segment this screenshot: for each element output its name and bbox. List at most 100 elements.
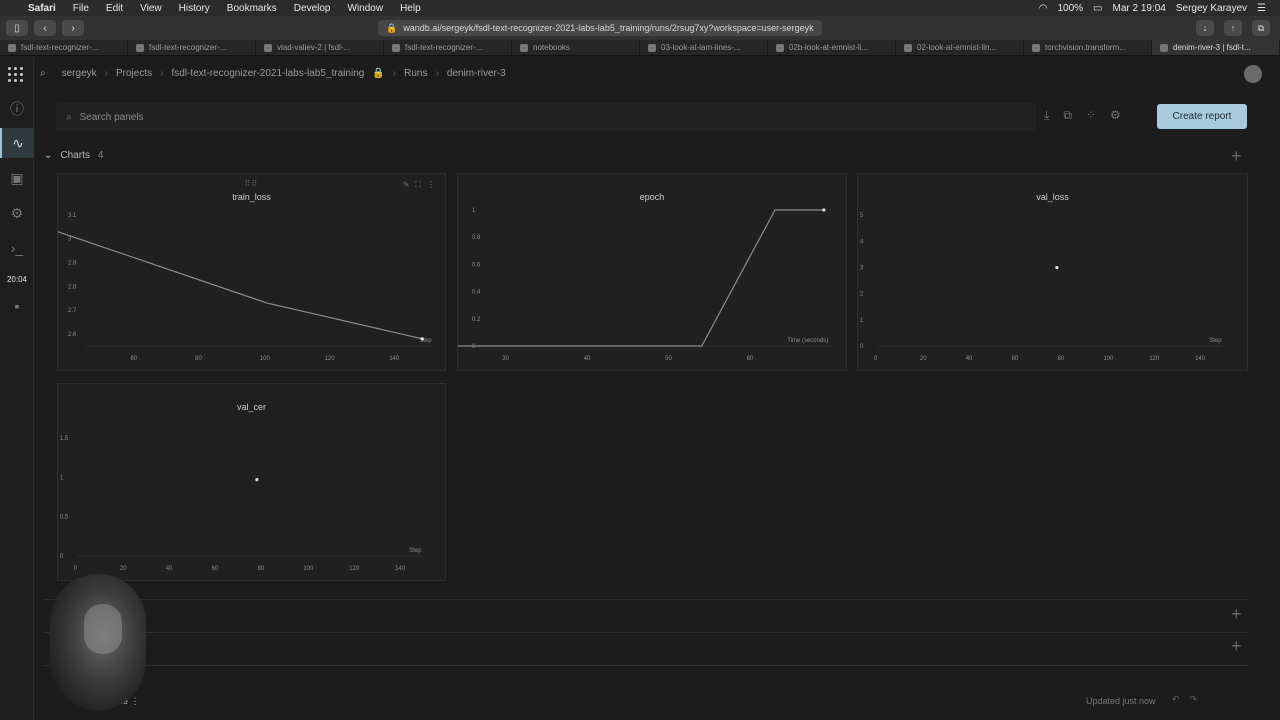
menubar: Safari File Edit View History Bookmarks …: [0, 0, 1280, 16]
y-tick-label: 0.2: [472, 317, 481, 323]
chart-panel-val-loss[interactable]: val_loss 0 1 2 3 4 5 0 20 40 60 80 100 120 140 Step: [857, 173, 1248, 371]
battery-level[interactable]: 100%: [1057, 3, 1083, 14]
share-icon[interactable]: ↑: [1224, 20, 1242, 36]
download-icon[interactable]: ⤓: [1044, 108, 1049, 123]
left-rail: ⓘ ∿ ▣ ⚙ ›_ 20:04 ▪: [0, 57, 34, 720]
chevron-right-icon: ›: [104, 68, 108, 79]
y-tick-label: 3.1: [68, 213, 77, 219]
x-tick-label: 100: [1103, 356, 1114, 362]
add-panel-icon[interactable]: +: [1231, 604, 1242, 625]
menu-bookmarks[interactable]: Bookmarks: [227, 3, 277, 14]
menu-view[interactable]: View: [140, 3, 162, 14]
address-bar[interactable]: 🔒 wandb.ai/sergeyk/fsdl-text-recognizer-…: [378, 20, 822, 36]
browser-tab[interactable]: fsdl-text-recognizer-...: [384, 40, 512, 55]
menu-history[interactable]: History: [179, 3, 210, 14]
y-tick-label: 0.5: [60, 515, 69, 521]
crumb-user[interactable]: sergeyk: [62, 68, 97, 79]
search-panels-input[interactable]: ⌕ Search panels: [56, 103, 1036, 131]
browser-tab[interactable]: fsdl-text-recognizer-...: [128, 40, 256, 55]
redo-icon[interactable]: ↷: [1190, 694, 1198, 705]
system-chip-icon[interactable]: ▣: [0, 163, 34, 193]
more-vertical-icon[interactable]: ⋮: [131, 696, 140, 706]
browser-tab[interactable]: 02b-look-at-emnist-li...: [768, 40, 896, 55]
status-area: ◠ 100% ▭ Mar 2 19:04 Sergey Karayev ☰: [1039, 3, 1280, 14]
footer-bar: space ⋮ Updated just now ↶ ↷: [34, 688, 1280, 720]
menu-window[interactable]: Window: [348, 3, 384, 14]
x-axis-label: Step: [409, 548, 422, 554]
chart-panel-train-loss[interactable]: ⠿⠿ ✎ ⛶ ⋮ train_loss 3.1 3 2.9 2.8 2.7 2.6 60 80…: [57, 173, 446, 371]
x-tick-label: 60: [747, 356, 754, 362]
search-icon[interactable]: ⌕: [40, 68, 46, 79]
terminal-icon[interactable]: ›_: [0, 233, 34, 263]
y-tick-label: 3: [860, 266, 864, 272]
chart-panel-val-cer[interactable]: val_cer 0 0.5 1 1.5 0 20 40 60 80 100 120 140 Step: [57, 383, 446, 581]
chevron-down-icon[interactable]: ⌄: [44, 150, 52, 161]
y-tick-label: 0: [60, 554, 64, 560]
undo-icon[interactable]: ↶: [1172, 694, 1180, 705]
browser-tab[interactable]: notebooks: [512, 40, 640, 55]
y-tick-label: 0.8: [472, 235, 481, 241]
y-tick-label: 2.9: [68, 260, 77, 266]
x-axis-label: Time (seconds): [787, 338, 828, 344]
files-icon[interactable]: ▪: [0, 291, 34, 321]
crumb-runs[interactable]: Runs: [404, 68, 427, 79]
sidebar-toggle-icon[interactable]: ▯: [6, 20, 28, 36]
y-tick-label: 2: [860, 292, 864, 298]
crumb-projects[interactable]: Projects: [116, 68, 152, 79]
x-tick-label: 0: [874, 356, 878, 362]
menu-file[interactable]: File: [73, 3, 89, 14]
chart-svg: 3.132.92.82.72.660 80 100 120 140Step: [58, 213, 432, 362]
forward-icon[interactable]: ›: [62, 20, 84, 36]
tab-favicon-icon: [392, 43, 400, 52]
browser-tab[interactable]: vlad-valiev-2 | fsdl-...: [256, 40, 384, 55]
create-report-button[interactable]: Create report: [1157, 104, 1247, 129]
tab-favicon-icon: [136, 43, 144, 52]
crumb-project[interactable]: fsdl-text-recognizer-2021-labs-lab5_trai…: [171, 68, 364, 79]
browser-tab[interactable]: 03-look-at-iam-lines-...: [640, 40, 768, 55]
menu-edit[interactable]: Edit: [106, 3, 123, 14]
x-tick-label: 140: [1195, 356, 1206, 362]
settings-gear-icon[interactable]: ⚙: [1110, 108, 1121, 123]
chart-svg: 0 0.5 1 1.5 0 20 40 60 80 100 120 140 Step: [60, 436, 422, 572]
x-tick-label: 30: [502, 356, 509, 362]
charts-icon[interactable]: ∿: [0, 128, 34, 158]
crumb-run[interactable]: denim-river-3: [447, 68, 506, 79]
menu-list-icon[interactable]: ☰: [1257, 3, 1266, 14]
model-icon[interactable]: ⚙: [0, 198, 34, 228]
info-icon[interactable]: ⓘ: [0, 94, 34, 124]
wandb-logo-icon[interactable]: [8, 67, 24, 83]
browser-toolbar: ▯ ‹ › 🔒 wandb.ai/sergeyk/fsdl-text-recog…: [0, 16, 1280, 40]
tab-favicon-icon: [520, 43, 528, 52]
clock[interactable]: Mar 2 19:04: [1113, 3, 1166, 14]
menu-develop[interactable]: Develop: [294, 3, 331, 14]
user-name[interactable]: Sergey Karayev: [1176, 3, 1247, 14]
avatar[interactable]: [1244, 65, 1262, 83]
x-tick-label: 80: [195, 356, 202, 362]
menu-safari[interactable]: Safari: [28, 3, 56, 14]
y-tick-label: 2.8: [68, 284, 77, 290]
tabs-overview-icon[interactable]: ⧉: [1252, 20, 1270, 36]
browser-tab[interactable]: torchvision.transform...: [1024, 40, 1152, 55]
scatter-icon[interactable]: ⁘: [1086, 108, 1096, 123]
download-icon[interactable]: ↓: [1196, 20, 1214, 36]
charts-section-header[interactable]: ⌄ Charts 4: [44, 150, 103, 161]
y-tick-label: 1.5: [60, 436, 69, 442]
y-tick-label: 4: [860, 239, 864, 245]
browser-tab[interactable]: fsdl-text-recognizer-...: [0, 40, 128, 55]
menu-help[interactable]: Help: [400, 3, 421, 14]
lock-icon: 🔒: [372, 68, 385, 79]
browser-tab-active[interactable]: denim-river-3 | fsdl-t...: [1152, 40, 1280, 55]
add-panel-icon[interactable]: +: [1231, 636, 1242, 657]
wifi-icon[interactable]: ◠: [1039, 3, 1048, 14]
layers-icon[interactable]: ⧉: [1063, 108, 1072, 123]
browser-tab[interactable]: 02-look-at-emnist-lin...: [896, 40, 1024, 55]
app-header: ⌕ sergeyk › Projects › fsdl-text-recogni…: [8, 57, 1280, 92]
x-tick-label: 60: [1012, 356, 1019, 362]
back-icon[interactable]: ‹: [34, 20, 56, 36]
x-tick-label: 80: [257, 566, 264, 572]
tab-label: notebooks: [533, 43, 570, 52]
chart-panel-epoch[interactable]: epoch 0 0.2 0.4 0.6 0.8 1 30 40 50 60 Time (second…: [457, 173, 847, 371]
x-axis-label: Step: [1209, 338, 1222, 344]
chevron-right-icon: ›: [160, 68, 164, 79]
add-panel-icon[interactable]: +: [1231, 146, 1242, 167]
